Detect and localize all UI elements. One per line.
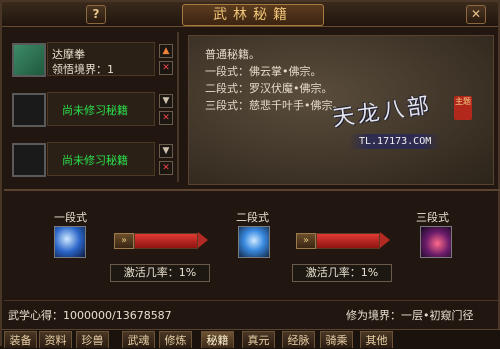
tab-meridians[interactable]: 经脉 [282,331,315,348]
tab-equipment[interactable]: 装备 [4,331,37,348]
tab-mounts[interactable]: 骑乘 [320,331,353,348]
tab-true-essence[interactable]: 真元 [242,331,275,348]
manual-slot-1[interactable]: 达摩拳 领悟境界：1 [47,42,155,76]
watermark-url: TL.17173.COM [349,134,442,149]
martial-insight-stat: 武学心得：1000000/13678587 [8,309,172,322]
divider [4,189,500,191]
tab-manuals[interactable]: 秘籍 [201,331,234,348]
tab-bar: 装备 资料 珍兽 武魂 修炼 秘籍 真元 经脉 骑乘 其他 [2,329,500,349]
activation-bar-1 [134,233,198,249]
tab-martial-soul[interactable]: 武魂 [122,331,155,348]
arrow-tip-icon [380,232,390,248]
thousand-leaf-skill-icon[interactable] [420,226,452,258]
move-down-button[interactable]: ▼ [159,144,173,158]
activation-rate-1: 激活几率：1% [110,264,210,282]
description-line: 普通秘籍。 [205,48,260,61]
description-line: 二段式：罗汉伏魔•佛宗。 [205,82,333,95]
arhat-skill-icon[interactable] [238,226,270,258]
activation-bar-fill [317,234,379,248]
window-title: 武林秘籍 [182,4,324,26]
close-button[interactable]: ✕ [466,5,486,24]
palm-skill-icon[interactable] [54,226,86,258]
tab-profile[interactable]: 资料 [39,331,72,348]
description-line: 一段式：佛云掌•佛宗。 [205,65,322,78]
arrow-tip-icon [198,232,208,248]
manual-slot-3[interactable]: 尚未修习秘籍 [47,142,155,176]
help-button[interactable]: ? [86,5,106,24]
title-bar: ? 武林秘籍 ✕ [2,2,498,27]
chevron-right-icon: » [114,233,134,249]
manual-book-icon[interactable] [12,43,46,77]
watermark-stamp: 主题 [454,96,472,120]
tab-other[interactable]: 其他 [360,331,393,348]
description-line: 三段式：慈悲千叶手•佛宗。 [205,99,344,112]
stage-2-label: 二段式 [236,211,269,224]
stage-3-label: 三段式 [416,211,449,224]
empty-slot-label: 尚未修习秘籍 [62,104,128,117]
stage-1-label: 一段式 [54,211,87,224]
remove-manual-button[interactable]: ✕ [159,161,173,175]
empty-slot-label: 尚未修习秘籍 [62,154,128,167]
cultivation-realm-stat: 修为境界：一层•初窥门径 [346,309,474,322]
manual-level: 领悟境界：1 [52,63,114,76]
martial-manuals-window: ? 武林秘籍 ✕ 达摩拳 领悟境界：1 ▲ ✕ 尚未修习秘籍 ▼ ✕ 尚未修习秘… [0,0,500,349]
tab-pets[interactable]: 珍兽 [76,331,109,348]
remove-manual-button[interactable]: ✕ [159,61,173,75]
move-up-button[interactable]: ▲ [159,44,173,58]
activation-rate-2: 激活几率：1% [292,264,392,282]
activation-bar-fill [135,234,197,248]
manual-name: 达摩拳 [52,48,85,61]
manual-description-panel: 普通秘籍。 一段式：佛云掌•佛宗。 二段式：罗汉伏魔•佛宗。 三段式：慈悲千叶手… [188,35,494,185]
divider [177,32,179,182]
divider [4,300,500,301]
chevron-right-icon: » [296,233,316,249]
watermark-logo: 天龙八部 [331,93,434,132]
empty-slot-icon[interactable] [12,143,46,177]
remove-manual-button[interactable]: ✕ [159,111,173,125]
activation-bar-2 [316,233,380,249]
move-down-button[interactable]: ▼ [159,94,173,108]
manual-slot-2[interactable]: 尚未修习秘籍 [47,92,155,126]
empty-slot-icon[interactable] [12,93,46,127]
tab-training[interactable]: 修炼 [159,331,192,348]
